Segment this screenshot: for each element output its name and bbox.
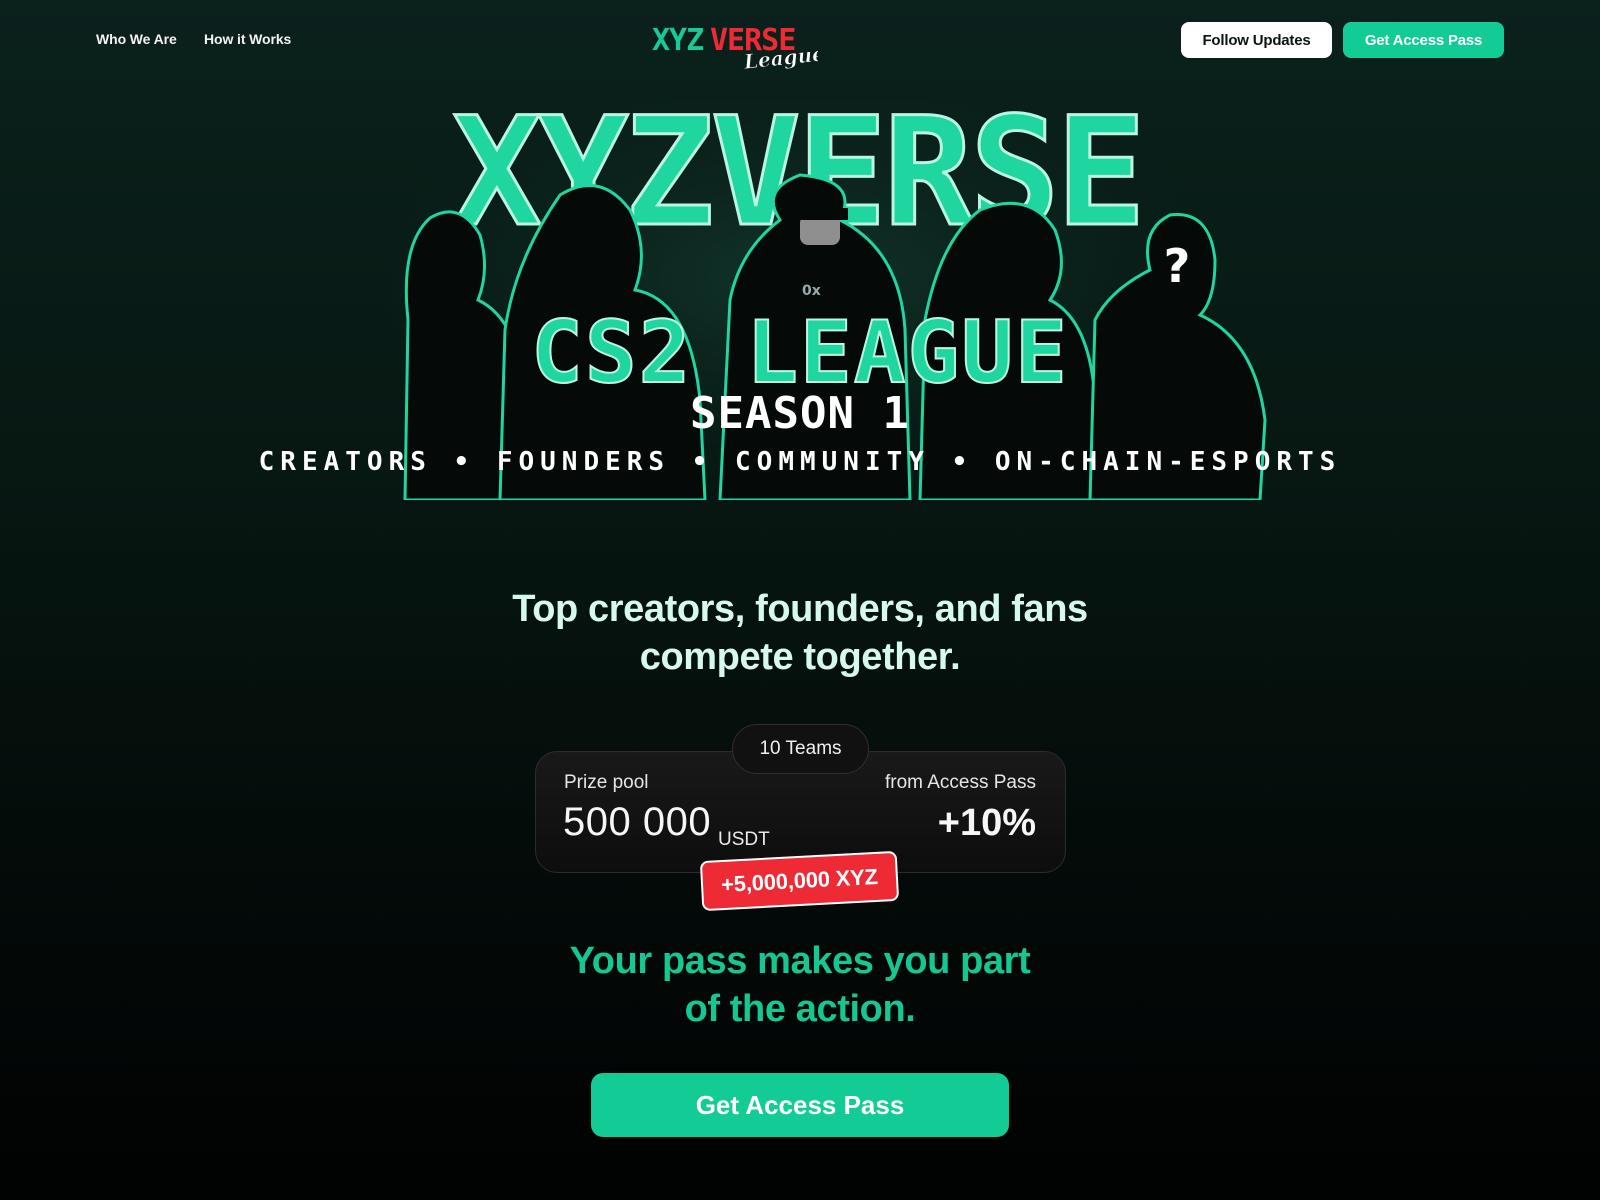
follow-updates-button[interactable]: Follow Updates <box>1181 22 1332 58</box>
nav-link-who-we-are[interactable]: Who We Are <box>96 31 177 47</box>
pass-subheadline: Your pass makes you part of the action. <box>450 937 1150 1033</box>
hero-banner: XYZVERSE 0x ? CS2 LEAGUE SEASON 1 CREATO… <box>0 100 1600 500</box>
prize-pool-label: Prize pool <box>564 772 649 793</box>
xyz-bonus-badge: +5,000,000 XYZ <box>699 850 900 912</box>
teams-pill: 10 Teams <box>732 724 869 774</box>
headline-line-2: compete together. <box>639 636 961 678</box>
access-pass-share-label: from Access Pass <box>885 772 1036 793</box>
nav-link-how-it-works[interactable]: How it Works <box>204 31 291 47</box>
subhead-line-1: Your pass makes you part <box>569 940 1031 982</box>
hero-illustration: XYZVERSE 0x ? CS2 LEAGUE SEASON 1 CREATO… <box>259 100 1342 500</box>
headline-line-1: Top creators, founders, and fans <box>512 588 1088 630</box>
get-access-pass-nav-button[interactable]: Get Access Pass <box>1343 22 1504 58</box>
prize-pool-unit: USDT <box>718 829 770 850</box>
get-access-pass-cta-button[interactable]: Get Access Pass <box>591 1073 1009 1137</box>
subhead-line-2: of the action. <box>684 988 916 1030</box>
xyzverse-league-logo[interactable]: XYZ VERSE League <box>652 20 818 72</box>
hero-tagline: CREATORS • FOUNDERS • COMMUNITY • ON-CHA… <box>259 447 1342 477</box>
main-headline: Top creators, founders, and fans compete… <box>400 585 1200 681</box>
season-label: SEASON 1 <box>690 388 910 439</box>
jacket-mark: 0x <box>802 283 821 299</box>
top-nav: Who We Are How it Works XYZ VERSE League… <box>0 0 1600 80</box>
svg-text:XYZ: XYZ <box>652 23 703 58</box>
prize-pool-value: 500 000 <box>563 800 712 844</box>
access-pass-share-value: +10% <box>937 802 1036 844</box>
question-mark-icon: ? <box>1164 239 1191 293</box>
